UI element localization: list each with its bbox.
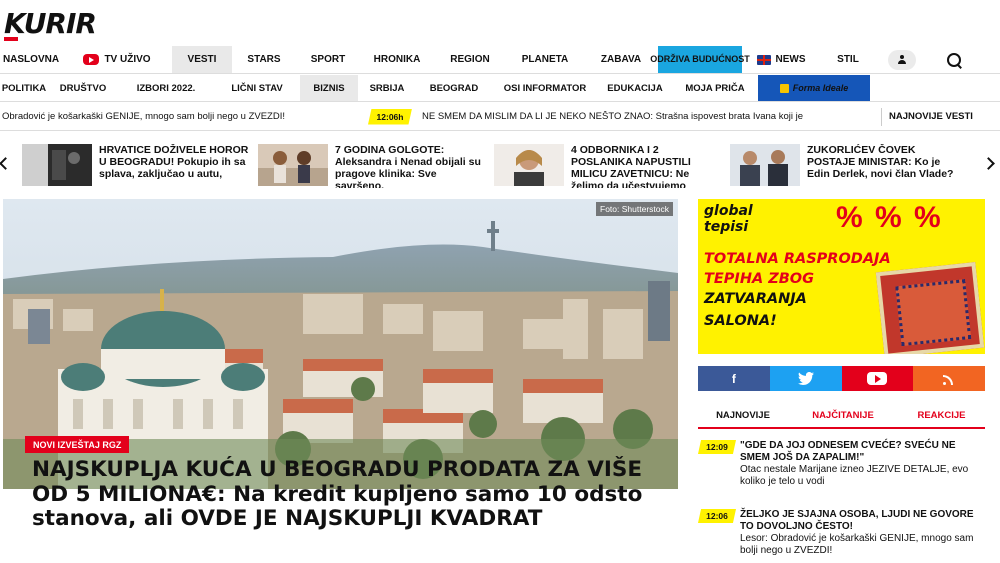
nav-item-zabava[interactable]: ZABAVA — [584, 46, 658, 73]
search-button[interactable] — [928, 46, 980, 73]
ad-brand-logo: global tepisi — [704, 203, 753, 235]
story-thumbnail — [258, 144, 328, 186]
chevron-left-icon[interactable] — [0, 157, 12, 170]
nav-item-label: NEWS — [775, 54, 806, 65]
site-logo[interactable]: KURIR — [4, 4, 97, 41]
nav-item-sport[interactable]: SPORT — [296, 46, 360, 73]
youtube-icon — [867, 372, 888, 385]
ad-line4: SALONA! — [704, 313, 777, 329]
forma-ideale-logo-icon — [779, 83, 789, 93]
nav-item-region[interactable]: REGION — [434, 46, 506, 73]
nav-item-stars[interactable]: STARS — [232, 46, 296, 73]
news-ticker: Obradović je košarkaški GENIJE, mnogo sa… — [0, 103, 1000, 131]
user-icon — [897, 54, 907, 65]
tab-najcitanije[interactable]: NAJČITANIJE — [788, 403, 898, 427]
news-time-badge: 12:06 — [698, 509, 736, 523]
nav-item-vesti[interactable]: VESTI — [172, 46, 232, 73]
nav-item-stil[interactable]: STIL — [820, 46, 876, 73]
ticker-prev-item[interactable]: Obradović je košarkaški GENIJE, mnogo sa… — [2, 111, 285, 122]
main-nav: NASLOVNA TV UŽIVO VESTI STARS SPORT HRON… — [0, 46, 1000, 74]
rss-icon — [943, 373, 955, 385]
live-play-icon — [83, 54, 100, 65]
subnav-item-osi-informator[interactable]: OSI INFORMATOR — [492, 75, 598, 101]
hero-headline[interactable]: NAJSKUPLJA KUĆA U BEOGRADU PRODATA ZA VI… — [32, 457, 672, 532]
subnav-item-moja-prica[interactable]: MOJA PRIČA — [672, 75, 758, 101]
global-tepisi-ad[interactable]: global tepisi % % % TOTALNA RASPRODAJA T… — [698, 199, 985, 354]
top-story-card[interactable]: 4 ODBORNIKA I 2 POSLANIKA NAPUSTILI MILI… — [494, 144, 721, 188]
ad-line3: ZATVARANJA — [704, 291, 807, 307]
news-summary: Lesor: Obradović je košarkaški GENIJE, m… — [740, 533, 974, 556]
photo-credit: Foto: Shutterstock — [596, 202, 673, 216]
user-button-bg — [888, 49, 916, 70]
tab-najnovije[interactable]: NAJNOVIJE — [698, 403, 788, 427]
search-icon — [946, 52, 962, 68]
logo-accent-bar — [4, 37, 18, 41]
news-tabs: NAJNOVIJE NAJČITANIJE REAKCIJE — [698, 403, 985, 429]
story-headline: 4 ODBORNIKA I 2 POSLANIKA NAPUSTILI MILI… — [571, 144, 691, 188]
ad-brand-line1: global — [704, 203, 753, 219]
social-links: f — [698, 366, 985, 391]
top-stories-strip: HRVATICE DOŽIVELE HOROR U BEOGRADU! Poku… — [0, 140, 1000, 190]
facebook-button[interactable]: f — [698, 366, 770, 391]
nav-item-tv-uzivo[interactable]: TV UŽIVO — [62, 46, 172, 73]
story-thumbnail — [494, 144, 564, 186]
rss-button[interactable] — [913, 366, 985, 391]
subnav-item-edukacija[interactable]: EDUKACIJA — [598, 75, 672, 101]
logo-text: KURIR — [4, 7, 97, 40]
carpet-illustration — [875, 262, 985, 354]
nav-item-label: TV UŽIVO — [104, 54, 151, 65]
subnav-item-biznis[interactable]: BIZNIS — [300, 75, 358, 101]
news-headline: ŽELJKO JE SJAJNA OSOBA, LJUDI NE GOVORE … — [740, 509, 974, 532]
story-thumbnail — [730, 144, 800, 186]
nav-item-news[interactable]: NEWS — [742, 46, 820, 73]
subnav-item-izbori[interactable]: IZBORI 2022. — [118, 75, 214, 101]
sub-nav: POLITIKA DRUŠTVO IZBORI 2022. LIČNI STAV… — [0, 75, 1000, 102]
twitter-button[interactable] — [769, 366, 842, 391]
news-summary: Otac nestale Marijane izneo JEZIVE DETAL… — [740, 464, 969, 487]
news-time-badge: 12:09 — [698, 440, 736, 454]
hero-category-tag[interactable]: NOVI IZVEŠTAJ RGZ — [25, 436, 130, 453]
story-headline: 7 GODINA GOLGOTE: Aleksandra i Nenad obi… — [335, 144, 481, 188]
facebook-icon: f — [731, 371, 736, 386]
subnav-item-licni-stav[interactable]: LIČNI STAV — [214, 75, 300, 101]
latest-news-link[interactable]: NAJNOVIJE VESTI — [889, 111, 973, 122]
ad-line2: TEPIHA ZBOG — [704, 271, 815, 287]
top-story-card[interactable]: HRVATICE DOŽIVELE HOROR U BEOGRADU! Poku… — [22, 144, 249, 188]
youtube-button[interactable] — [841, 366, 914, 391]
twitter-icon — [797, 372, 814, 385]
ticker-time-badge: 12:06h — [368, 108, 412, 125]
nav-item-odrziva-buducnost[interactable]: ODRŽIVA BUDUĆNOST — [650, 46, 750, 73]
user-account-button[interactable] — [876, 46, 928, 73]
top-story-card[interactable]: ZUKORLIĆEV ČOVEK POSTAJE MINISTAR: Ko je… — [730, 144, 957, 188]
nav-item-planeta[interactable]: PLANETA — [506, 46, 584, 73]
forma-ideale-link[interactable]: Forma Ideale — [758, 75, 870, 101]
ticker-current-item[interactable]: NE SMEM DA MISLIM DA LI JE NEKO NEŠTO ZN… — [422, 111, 878, 122]
subnav-item-politika[interactable]: POLITIKA — [0, 75, 48, 101]
nav-item-hronika[interactable]: HRONIKA — [360, 46, 434, 73]
uk-flag-icon — [756, 54, 771, 65]
story-thumbnail — [22, 144, 92, 186]
ad-line1: TOTALNA RASPRODAJA — [704, 251, 891, 267]
subnav-item-beograd[interactable]: BEOGRAD — [416, 75, 492, 101]
story-headline: HRVATICE DOŽIVELE HOROR U BEOGRADU! Poku… — [99, 144, 249, 180]
subnav-item-drustvo[interactable]: DRUŠTVO — [48, 75, 118, 101]
forma-ideale-label: Forma Ideale — [792, 83, 849, 93]
subnav-item-srbija[interactable]: SRBIJA — [358, 75, 416, 101]
news-headline: "GDE DA JOJ ODNESEM CVEĆE? SVEĆU NE SMEM… — [740, 440, 956, 463]
top-story-card[interactable]: 7 GODINA GOLGOTE: Aleksandra i Nenad obi… — [258, 144, 485, 188]
story-headline: ZUKORLIĆEV ČOVEK POSTAJE MINISTAR: Ko je… — [807, 144, 954, 180]
ad-percent-signs: % % % — [836, 201, 943, 234]
nav-item-naslovna[interactable]: NASLOVNA — [0, 46, 62, 73]
chevron-right-icon[interactable] — [982, 157, 995, 170]
ticker-divider — [881, 107, 882, 126]
tab-reakcije[interactable]: REAKCIJE — [898, 403, 985, 427]
ad-brand-line2: tepisi — [704, 219, 749, 235]
